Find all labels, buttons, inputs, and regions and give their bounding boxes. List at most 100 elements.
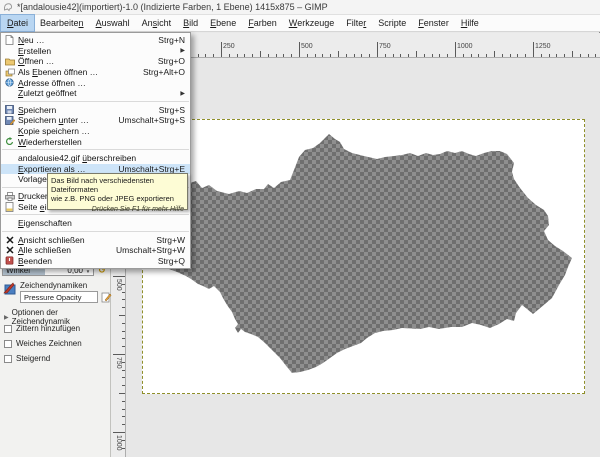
menu-item-label: Wiederherstellen bbox=[18, 137, 82, 147]
menu-item[interactable]: Adresse öffnen … bbox=[1, 77, 190, 88]
ruler-tick bbox=[119, 315, 125, 316]
ruler-tick bbox=[113, 276, 125, 277]
menubar-item[interactable]: Farben bbox=[242, 15, 283, 31]
ruler-tick bbox=[549, 54, 550, 58]
menubar-item[interactable]: Scripte bbox=[372, 15, 412, 31]
menubar-item[interactable]: Ebene bbox=[204, 15, 242, 31]
menu-item[interactable]: andalousie42.gif überschreiben bbox=[1, 153, 190, 164]
file-menu-dropdown: Neu … Strg+N Erstellen ▶ Öffnen …Strg+OAls E… bbox=[0, 32, 191, 269]
checkbox[interactable] bbox=[4, 325, 12, 333]
menu-item-label: Adresse öffnen … bbox=[18, 78, 86, 88]
ruler-tick bbox=[556, 54, 557, 58]
ruler-tick bbox=[122, 292, 126, 293]
ruler-tick bbox=[307, 54, 308, 58]
ruler-tick bbox=[122, 346, 126, 347]
menubar-item[interactable]: Bild bbox=[177, 15, 204, 31]
ruler-tick bbox=[580, 54, 581, 58]
menu-item[interactable]: Alle schließenUmschalt+Strg+W bbox=[1, 245, 190, 256]
ruler-tick bbox=[377, 42, 378, 57]
checkbox[interactable] bbox=[4, 340, 12, 348]
ruler-tick bbox=[595, 54, 596, 58]
ruler-tick bbox=[268, 54, 269, 58]
print-icon bbox=[4, 191, 15, 201]
ruler-tick bbox=[113, 432, 125, 433]
menubar-item[interactable]: Datei bbox=[1, 15, 34, 31]
dynamics-edit-button[interactable] bbox=[101, 292, 112, 303]
menu-item-shortcut: Strg+N bbox=[158, 35, 185, 45]
menubar-item[interactable]: Werkzeuge bbox=[283, 15, 341, 31]
ruler-tick bbox=[276, 54, 277, 58]
menu-item-label: Erstellen bbox=[18, 46, 51, 56]
menu-separator bbox=[2, 149, 189, 150]
dynamics-label: Zeichendynamiken bbox=[20, 281, 87, 290]
ruler-tick bbox=[322, 54, 323, 58]
ruler-tick bbox=[478, 54, 479, 58]
menubar-item[interactable]: Auswahl bbox=[90, 15, 136, 31]
ruler-tick bbox=[122, 338, 126, 339]
expander-arrow-icon: ▶ bbox=[4, 314, 9, 321]
tooltip-hint: Drücken Sie F1 für mehr Hilfe bbox=[51, 205, 184, 214]
menu-item-label: Beenden bbox=[18, 256, 52, 266]
menu-item-shortcut: Strg+O bbox=[158, 56, 185, 66]
menu-item[interactable]: Eigenschaften bbox=[1, 218, 190, 229]
menubar-item[interactable]: Hilfe bbox=[455, 15, 485, 31]
ruler-tick bbox=[533, 42, 534, 57]
ruler-tick bbox=[283, 54, 284, 58]
menu-item[interactable]: Zuletzt geöffnet▶ bbox=[1, 88, 190, 99]
ruler-tick bbox=[361, 54, 362, 58]
menu-item-shortcut: Strg+Alt+O bbox=[143, 67, 185, 77]
ruler-label: 750 bbox=[379, 43, 391, 50]
ruler-tick bbox=[572, 51, 573, 57]
menu-item-label: andalousie42.gif überschreiben bbox=[18, 153, 136, 163]
tooltip-line2: wie z.B. PNG oder JPEG exportieren bbox=[51, 194, 184, 203]
menu-item[interactable]: SpeichernStrg+S bbox=[1, 105, 190, 116]
submenu-arrow-icon: ▶ bbox=[180, 47, 185, 54]
ruler-tick bbox=[393, 54, 394, 58]
ruler-label: 500 bbox=[115, 279, 122, 291]
document-new-icon bbox=[4, 35, 15, 45]
menu-item-label: Kopie speichern … bbox=[18, 126, 90, 136]
page-setup-icon bbox=[4, 202, 15, 212]
menu-item[interactable]: Ansicht schließenStrg+W bbox=[1, 235, 190, 246]
menu-item[interactable]: Neu … Strg+N bbox=[1, 35, 190, 46]
menubar-item[interactable]: Fenster bbox=[412, 15, 455, 31]
tooltip-line1: Das Bild nach verschiedensten Dateiforma… bbox=[51, 176, 184, 194]
menu-item[interactable]: Kopie speichern … bbox=[1, 126, 190, 137]
checkbox-label: Zittern hinzufügen bbox=[16, 324, 80, 333]
ruler-tick bbox=[471, 54, 472, 58]
ruler-tick bbox=[525, 54, 526, 58]
ruler-tick bbox=[447, 54, 448, 58]
menu-item-shortcut: Umschalt+Strg+W bbox=[116, 245, 185, 255]
menu-item[interactable]: Erstellen ▶ bbox=[1, 46, 190, 57]
menu-item[interactable]: Speichern unter …Umschalt+Strg+S bbox=[1, 115, 190, 126]
menu-item-label: Zuletzt geöffnet bbox=[18, 88, 76, 98]
menu-separator bbox=[2, 101, 189, 102]
dynamics-option-row: Weiches Zeichnen bbox=[4, 336, 108, 351]
ruler-tick bbox=[369, 54, 370, 58]
canvas-area[interactable] bbox=[126, 58, 600, 457]
ruler-tick bbox=[244, 54, 245, 58]
ruler-tick bbox=[122, 331, 126, 332]
ruler-tick bbox=[330, 54, 331, 58]
dynamics-option-row: Zittern hinzufügen bbox=[4, 321, 108, 336]
ruler-tick bbox=[541, 54, 542, 58]
ruler-tick bbox=[416, 51, 417, 57]
menu-item-label: Neu … bbox=[18, 35, 44, 45]
menu-item[interactable]: Wiederherstellen bbox=[1, 136, 190, 147]
menu-separator bbox=[2, 214, 189, 215]
checkbox[interactable] bbox=[4, 355, 12, 363]
ruler-label: 750 bbox=[115, 357, 122, 369]
menu-item-label: Speichern unter … bbox=[18, 115, 89, 125]
menu-item-shortcut: Strg+W bbox=[156, 235, 185, 245]
menu-item[interactable]: Öffnen …Strg+O bbox=[1, 56, 190, 67]
dynamics-checkbox-list: Zittern hinzufügenWeiches ZeichnenSteige… bbox=[4, 321, 108, 366]
menubar-item[interactable]: Ansicht bbox=[136, 15, 178, 31]
menu-item[interactable]: BeendenStrg+Q bbox=[1, 256, 190, 267]
save-icon bbox=[4, 105, 15, 115]
ruler-label: 250 bbox=[223, 43, 235, 50]
image-layer-boundary[interactable] bbox=[142, 119, 585, 394]
menu-item[interactable]: Als Ebenen öffnen …Strg+Alt+O bbox=[1, 67, 190, 78]
menubar-item[interactable]: Bearbeiten bbox=[34, 15, 90, 31]
menubar-item[interactable]: Filter bbox=[340, 15, 372, 31]
dynamics-select[interactable]: Pressure Opacity bbox=[20, 291, 98, 303]
